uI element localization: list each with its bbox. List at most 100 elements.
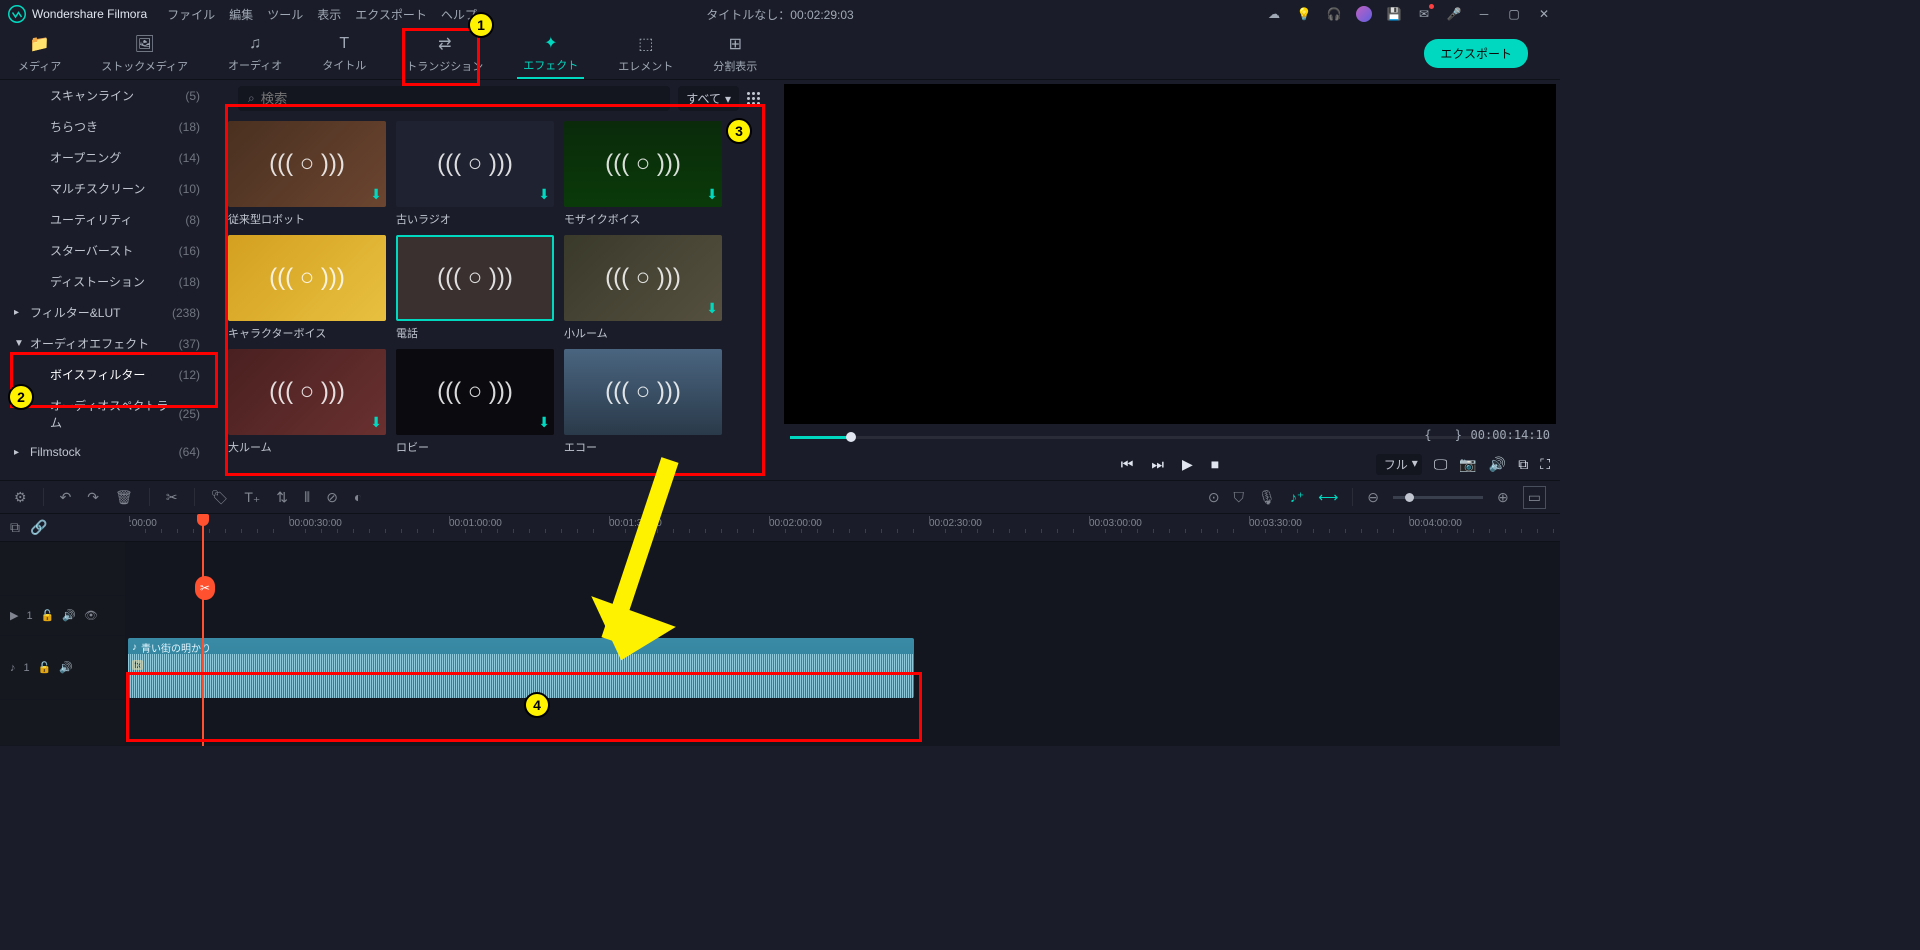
tab-audio[interactable]: ♫オーディオ: [222, 31, 288, 77]
effect-thumb[interactable]: ((( ○ )))キャラクターボイス: [228, 235, 386, 341]
snap-icon[interactable]: ⟷: [1318, 489, 1338, 506]
effect-thumb[interactable]: ((( ○ )))⬇モザイクボイス: [564, 121, 722, 227]
menu-file[interactable]: ファイル: [167, 6, 215, 23]
undo-button[interactable]: ↶: [60, 489, 72, 506]
text-add-icon[interactable]: T₊: [244, 489, 260, 506]
download-icon[interactable]: ⬇: [538, 414, 550, 431]
volume-icon[interactable]: 🔊: [1489, 456, 1506, 473]
duplicate-icon[interactable]: ⧉: [10, 519, 20, 536]
effect-thumb[interactable]: ((( ○ )))⬇大ルーム: [228, 349, 386, 455]
shield-icon[interactable]: ⛉: [1234, 489, 1245, 506]
download-icon[interactable]: ⬇: [706, 186, 718, 203]
tab-effect[interactable]: ✦エフェクト: [517, 29, 584, 79]
pip-icon[interactable]: ⧉: [1518, 456, 1528, 473]
tab-element[interactable]: ⬚エレメント: [612, 30, 679, 78]
mic-icon[interactable]: 🎤: [1446, 6, 1462, 22]
sidebar-item[interactable]: ディストーション(18): [0, 266, 218, 297]
export-button[interactable]: エクスポート: [1424, 39, 1528, 68]
menu-view[interactable]: 表示: [317, 6, 341, 23]
close-button[interactable]: ✕: [1536, 6, 1552, 22]
mute-icon[interactable]: 🔊: [62, 609, 76, 622]
effect-thumb[interactable]: ((( ○ )))⬇従来型ロボット: [228, 121, 386, 227]
tag-icon[interactable]: 🏷: [211, 489, 229, 506]
zoom-slider[interactable]: [1393, 496, 1483, 499]
effect-thumb[interactable]: ((( ○ )))電話: [396, 235, 554, 341]
adjust-icon[interactable]: ⇅: [276, 489, 288, 506]
sidebar-item[interactable]: ボイスフィルター(12): [0, 359, 218, 390]
cut-button[interactable]: ✂: [166, 489, 178, 506]
sidebar-item[interactable]: ユーティリティ(8): [0, 204, 218, 235]
tab-stock[interactable]: 🖼ストックメディア: [95, 30, 194, 78]
music-tool-icon[interactable]: ♪⁺: [1290, 489, 1304, 506]
download-icon[interactable]: ⬇: [370, 414, 382, 431]
lock2-icon[interactable]: 🔓: [38, 661, 52, 674]
sidebar-item[interactable]: オープニング(14): [0, 142, 218, 173]
bars-icon[interactable]: ⦀: [304, 489, 310, 506]
effect-thumb[interactable]: ((( ○ )))エコー: [564, 349, 722, 455]
save-icon[interactable]: 💾: [1386, 6, 1402, 22]
timeline-ruler[interactable]: :00:0000:00:30:0000:01:00:0000:01:30:000…: [125, 514, 1560, 541]
search-input[interactable]: ⌕: [238, 86, 670, 111]
zoom-out-button[interactable]: ⊖: [1367, 489, 1379, 506]
cloud-icon[interactable]: ☁: [1266, 6, 1282, 22]
color-icon[interactable]: ◐: [354, 489, 362, 505]
prev-frame-button[interactable]: ⏮: [1121, 456, 1134, 473]
effect-thumb[interactable]: ((( ○ )))⬇ロビー: [396, 349, 554, 455]
search-field[interactable]: [261, 91, 661, 106]
sidebar-item[interactable]: ちらつき(18): [0, 111, 218, 142]
link-icon[interactable]: 🔗: [30, 519, 47, 536]
scissor-marker[interactable]: ✂: [195, 576, 215, 600]
sidebar-item[interactable]: マルチスクリーン(10): [0, 173, 218, 204]
sidebar-item[interactable]: スターバースト(16): [0, 235, 218, 266]
filter-dropdown[interactable]: すべて▾: [678, 86, 739, 111]
maximize-button[interactable]: ▢: [1506, 6, 1522, 22]
tab-media[interactable]: 📁メディア: [12, 30, 67, 78]
mute2-icon[interactable]: 🔊: [59, 661, 73, 674]
fullscreen-icon[interactable]: ⛶: [1540, 456, 1550, 473]
audio-track-body[interactable]: ♪青い街の明かり fx: [125, 636, 1560, 699]
mic2-icon[interactable]: 🎙: [1258, 489, 1276, 506]
stop-button[interactable]: ■: [1211, 456, 1219, 473]
playhead[interactable]: [202, 514, 204, 746]
bulb-icon[interactable]: 💡: [1296, 6, 1312, 22]
sidebar-item[interactable]: Filmstock(64): [0, 438, 218, 466]
settings-icon[interactable]: ⚙: [14, 489, 27, 506]
audio-clip[interactable]: ♪青い街の明かり fx: [128, 638, 914, 698]
quality-dropdown[interactable]: フル: [1376, 454, 1422, 475]
preview-canvas[interactable]: [784, 84, 1556, 424]
speed-icon[interactable]: ⊘: [326, 489, 338, 506]
effect-sidebar[interactable]: スキャンライン(5)ちらつき(18)オープニング(14)マルチスクリーン(10)…: [0, 80, 218, 480]
fit-icon[interactable]: ▭: [1523, 486, 1546, 509]
delete-button[interactable]: 🗑: [115, 489, 133, 506]
tab-title[interactable]: Tタイトル: [316, 31, 372, 77]
eye-icon[interactable]: 👁: [84, 609, 98, 622]
mark-brackets[interactable]: { }: [1424, 428, 1470, 442]
camera-icon[interactable]: 📷: [1459, 456, 1476, 473]
menu-tools[interactable]: ツール: [267, 6, 303, 23]
redo-button[interactable]: ↷: [87, 489, 99, 506]
lock-icon[interactable]: 🔓: [41, 609, 55, 622]
menu-edit[interactable]: 編集: [229, 6, 253, 23]
download-icon[interactable]: ⬇: [538, 186, 550, 203]
download-icon[interactable]: ⬇: [706, 300, 718, 317]
effect-thumb[interactable]: ((( ○ )))⬇小ルーム: [564, 235, 722, 341]
menu-export[interactable]: エクスポート: [355, 6, 427, 23]
minimize-button[interactable]: ─: [1476, 6, 1492, 22]
target-icon[interactable]: ⊙: [1208, 489, 1220, 506]
video-track-body[interactable]: [125, 596, 1560, 635]
avatar-icon[interactable]: [1356, 6, 1372, 22]
effect-thumb[interactable]: ((( ○ )))⬇古いラジオ: [396, 121, 554, 227]
sidebar-item[interactable]: フィルター&LUT(238): [0, 297, 218, 328]
mail-icon[interactable]: ✉: [1416, 6, 1432, 22]
sidebar-item[interactable]: スキャンライン(5): [0, 80, 218, 111]
grid-view-icon[interactable]: [747, 92, 760, 105]
download-icon[interactable]: ⬇: [370, 186, 382, 203]
sidebar-item[interactable]: オーディオエフェクト(37): [0, 328, 218, 359]
tab-split[interactable]: ⊞分割表示: [707, 30, 763, 78]
monitor-icon[interactable]: 🖵: [1434, 456, 1448, 473]
preview-scrubber[interactable]: { } 00:00:14:10: [790, 428, 1550, 448]
headset-icon[interactable]: 🎧: [1326, 6, 1342, 22]
next-frame-button[interactable]: ⏭: [1151, 456, 1164, 473]
zoom-in-button[interactable]: ⊕: [1497, 489, 1509, 506]
play-button[interactable]: ▶: [1182, 456, 1193, 473]
